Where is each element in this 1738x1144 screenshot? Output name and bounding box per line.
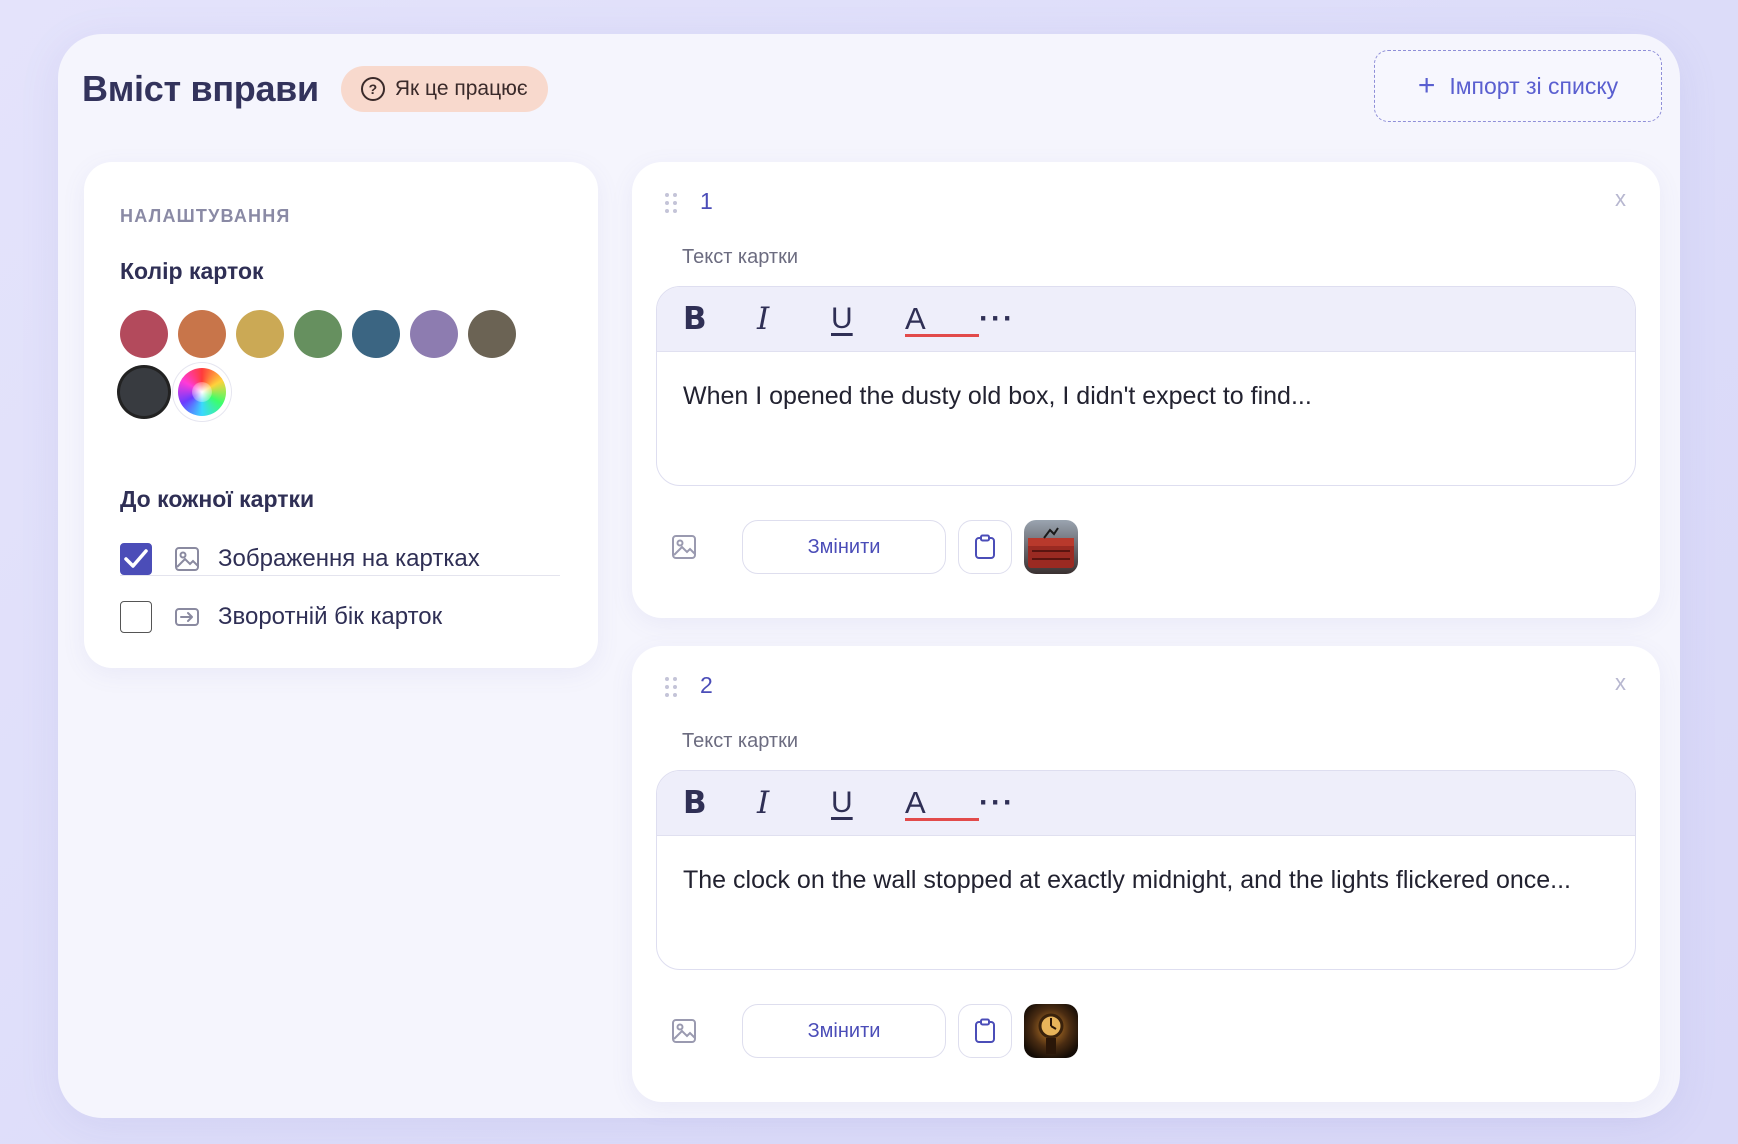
card-footer: Змінити: [670, 1004, 1078, 1058]
how-it-works-label: Як це працює: [394, 77, 528, 100]
underline-button[interactable]: U: [831, 287, 905, 351]
images-checkbox[interactable]: [120, 543, 152, 575]
more-options-button[interactable]: ···: [979, 287, 1053, 351]
paste-clipboard-button[interactable]: [958, 1004, 1012, 1058]
image-icon: [670, 533, 698, 561]
option-card-back[interactable]: Зворотній бік карток: [120, 600, 442, 634]
color-swatch-red[interactable]: [120, 310, 168, 358]
color-swatch-purple[interactable]: [410, 310, 458, 358]
option-images-on-cards[interactable]: Зображення на картках: [120, 542, 480, 576]
color-swatch-brown[interactable]: [468, 310, 516, 358]
card-text-label: Текст картки: [682, 730, 798, 752]
card-color-title: Колір карток: [120, 258, 264, 284]
flip-card-icon: [174, 604, 200, 630]
card-back-checkbox[interactable]: [120, 601, 152, 633]
card-back-option-label: Зворотній бік карток: [218, 603, 443, 630]
images-option-label: Зображення на картках: [218, 545, 480, 572]
drag-handle-icon[interactable]: [664, 192, 678, 219]
each-card-title: До кожної картки: [120, 486, 315, 512]
change-image-button[interactable]: Змінити: [742, 520, 946, 574]
bold-button[interactable]: B: [683, 771, 757, 835]
text-color-underline: [905, 818, 979, 821]
custom-color-picker[interactable]: [178, 368, 226, 416]
text-color-glyph: A: [905, 785, 926, 820]
color-swatch-green[interactable]: [294, 310, 342, 358]
color-swatch-orange[interactable]: [178, 310, 226, 358]
italic-button[interactable]: I: [757, 287, 831, 351]
text-color-underline: [905, 334, 979, 337]
card-footer: Змінити: [670, 520, 1078, 574]
page-title: Вміст вправи: [82, 68, 319, 109]
card-number: 1: [700, 188, 713, 214]
clock-thumbnail[interactable]: [1024, 1004, 1078, 1058]
exercise-content-panel: Вміст вправи ? Як це працює + Імпорт зі …: [58, 34, 1680, 1118]
text-color-glyph: A: [905, 301, 926, 336]
more-options-button[interactable]: ···: [979, 771, 1053, 835]
check-icon: [124, 549, 148, 568]
card-text-label: Текст картки: [682, 246, 798, 268]
plus-icon: +: [1417, 69, 1436, 102]
drag-handle-icon[interactable]: [664, 676, 678, 703]
color-swatch-blue[interactable]: [352, 310, 400, 358]
rich-text-editor: B I U A ··· When I opened the dusty old …: [656, 286, 1636, 486]
image-icon: [174, 546, 200, 572]
card-1: 1 x Текст картки B I U A ··· When I open…: [632, 162, 1660, 618]
color-swatch-dark[interactable]: [120, 368, 168, 416]
change-image-button[interactable]: Змінити: [742, 1004, 946, 1058]
settings-heading: НАЛАШТУВАННЯ: [120, 206, 291, 226]
import-label: Імпорт зі списку: [1449, 72, 1619, 99]
import-from-list-button[interactable]: + Імпорт зі списку: [1374, 50, 1662, 122]
editor-toolbar: B I U A ···: [657, 771, 1635, 836]
color-swatch-yellow[interactable]: [236, 310, 284, 358]
editor-toolbar: B I U A ···: [657, 287, 1635, 352]
how-it-works-button[interactable]: ? Як це працює: [340, 66, 548, 112]
rich-text-editor: B I U A ··· The clock on the wall stoppe…: [656, 770, 1636, 970]
clipboard-icon: [975, 1018, 995, 1043]
old-box-thumbnail[interactable]: [1024, 520, 1078, 574]
settings-panel: НАЛАШТУВАННЯ Колір карток До кожної карт…: [84, 162, 598, 668]
card-text-input[interactable]: The clock on the wall stopped at exactly…: [657, 836, 1635, 924]
italic-button[interactable]: I: [757, 771, 831, 835]
paste-clipboard-button[interactable]: [958, 520, 1012, 574]
question-icon: ?: [360, 77, 385, 101]
bold-button[interactable]: B: [683, 287, 757, 351]
card-2: 2 x Текст картки B I U A ··· The clock o…: [632, 646, 1660, 1102]
close-icon[interactable]: x: [1615, 670, 1626, 696]
image-icon: [670, 1017, 698, 1045]
card-number: 2: [700, 672, 713, 698]
card-text-input[interactable]: When I opened the dusty old box, I didn'…: [657, 352, 1635, 440]
clipboard-icon: [975, 534, 995, 559]
text-color-button[interactable]: A: [905, 771, 979, 835]
header: Вміст вправи ? Як це працює: [82, 60, 548, 118]
close-icon[interactable]: x: [1615, 186, 1626, 212]
underline-button[interactable]: U: [831, 771, 905, 835]
text-color-button[interactable]: A: [905, 287, 979, 351]
